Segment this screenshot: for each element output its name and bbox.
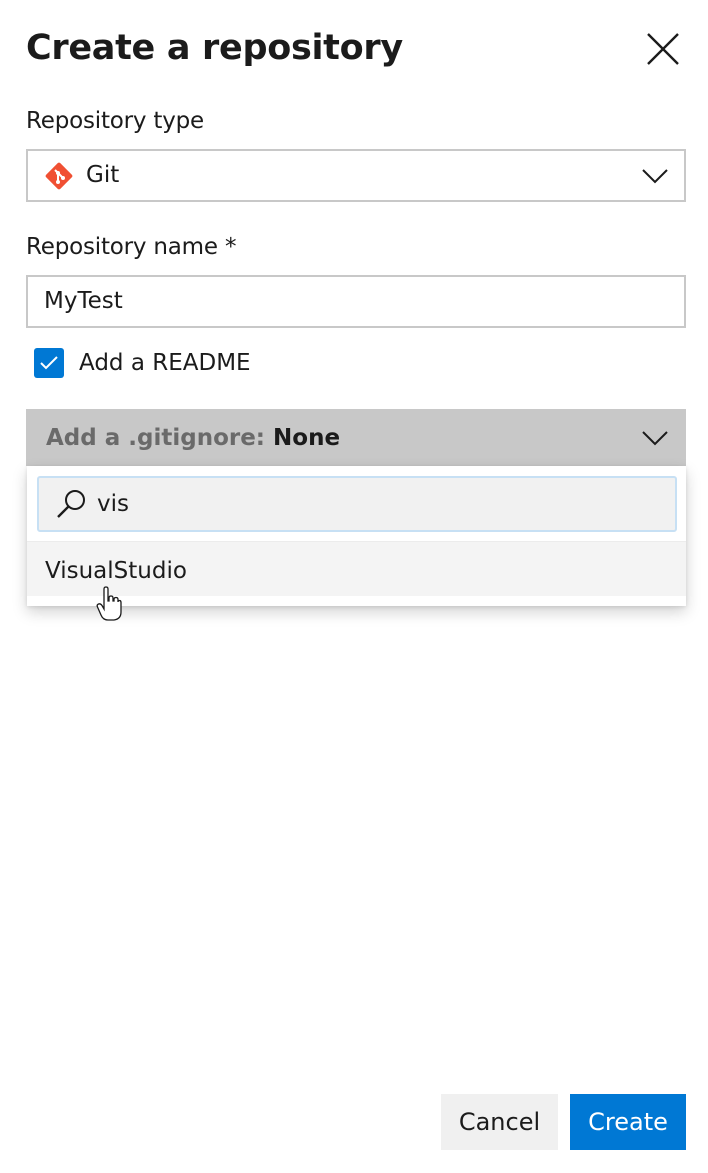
gitignore-selected-value: None xyxy=(273,425,341,451)
repository-type-label: Repository type xyxy=(26,108,204,134)
gitignore-dropdown[interactable]: Add a .gitignore: None xyxy=(26,409,686,466)
repository-name-value: MyTest xyxy=(44,288,123,314)
git-logo-icon xyxy=(45,162,73,190)
repository-type-value: Git xyxy=(86,162,120,188)
hand-cursor-icon xyxy=(96,586,122,621)
cancel-button[interactable]: Cancel xyxy=(441,1094,558,1150)
option-label: VisualStudio xyxy=(45,558,187,584)
dialog-title: Create a repository xyxy=(26,28,403,68)
readme-checkbox[interactable] xyxy=(34,348,64,378)
create-button[interactable]: Create xyxy=(570,1094,686,1150)
readme-checkbox-label[interactable]: Add a README xyxy=(79,348,251,378)
chevron-down-icon xyxy=(642,431,668,446)
search-query-text: vis xyxy=(97,491,129,517)
repository-type-select[interactable]: Git xyxy=(26,149,686,202)
gitignore-options-popup: vis VisualStudio xyxy=(27,466,686,606)
close-icon xyxy=(647,33,679,65)
gitignore-search-input[interactable]: vis xyxy=(37,476,677,532)
checkmark-icon xyxy=(40,356,58,370)
search-icon xyxy=(57,490,85,518)
close-button[interactable] xyxy=(644,30,684,70)
repository-name-label: Repository name * xyxy=(26,234,237,260)
repository-name-input[interactable]: MyTest xyxy=(26,275,686,328)
chevron-down-icon xyxy=(642,169,668,184)
gitignore-prefix-label: Add a .gitignore: xyxy=(46,425,266,451)
gitignore-option-visualstudio[interactable]: VisualStudio xyxy=(27,542,686,596)
